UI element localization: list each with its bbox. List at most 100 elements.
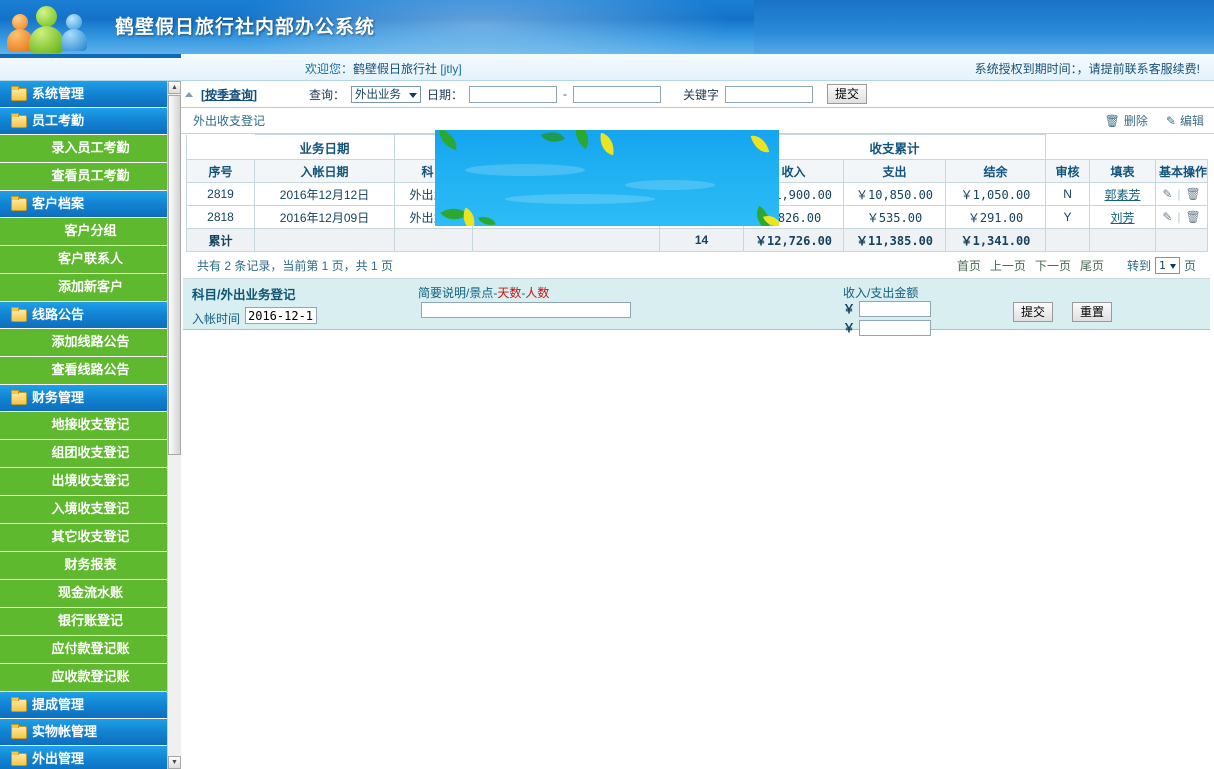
app-header: 鹤壁假日旅行社内部办公系统 ⚷ 管理首页 ⚷ 数据导出 ➡ 退出登陆 — [0, 0, 1214, 54]
sidebar-item-label: 银行账登记 — [57, 614, 123, 629]
entry-desc-label-a: 简要说明/景点- — [418, 286, 498, 300]
header-links: ⚷ 管理首页 ⚷ 数据导出 ➡ 退出登陆 — [983, 7, 1204, 26]
record-count-info: 共有 2 条记录，当前第 1 页，共 1 页 — [197, 258, 394, 273]
group-income-expense-total: 收支累计 — [743, 134, 1047, 160]
page-last[interactable]: 尾页 — [1080, 257, 1104, 274]
sidebar-item-20[interactable]: 应付款登记账 — [0, 636, 181, 664]
sidebar-group-24[interactable]: 外出管理 — [0, 746, 181, 769]
page-select[interactable]: 1 — [1154, 256, 1180, 274]
logo-person-green — [28, 6, 64, 53]
page-next[interactable]: 下一页 — [1035, 257, 1071, 274]
sidebar-item-6[interactable]: 客户联系人 — [0, 246, 181, 274]
app-title: 鹤壁假日旅行社内部办公系统 — [115, 16, 376, 38]
sidebar-item-7[interactable]: 添加新客户 — [0, 274, 181, 302]
filter-submit-button[interactable]: 提交 — [827, 84, 868, 104]
column-header-6: 支出 — [843, 159, 947, 183]
folder-icon — [11, 113, 27, 128]
welcome-accent — [0, 54, 181, 58]
cell-total-blank3 — [472, 228, 660, 252]
entry-form: 科目/外出业务登记 入帐时间 简要说明/景点-天数-人数 收入/支出金额 ￥ ￥… — [183, 279, 1210, 336]
entry-income-input[interactable] — [859, 300, 932, 317]
cell-total-balance: ￥1,341.00 — [945, 228, 1047, 252]
link-logout[interactable]: ➡ 退出登陆 — [1140, 7, 1204, 26]
sidebar-item-2[interactable]: 录入员工考勤 — [0, 135, 181, 163]
date-label: 日期： — [427, 87, 464, 102]
sidebar-item-10[interactable]: 查看线路公告 — [0, 357, 181, 385]
sidebar-item-12[interactable]: 地接收支登记 — [0, 412, 181, 440]
folder-icon — [11, 307, 27, 322]
sidebar-item-label: 应付款登记账 — [51, 642, 130, 657]
sidebar: 系统管理 员工考勤 录入员工考勤 查看员工考勤 客户档案客户分组客户联系人 添加新客户 线路… — [0, 81, 181, 769]
table-total-row: 累计 14 ￥12,726.00 ￥11,385.00 ￥1,341.00 — [186, 228, 1209, 252]
scrollbar-thumb[interactable] — [168, 95, 181, 455]
entry-reset-button[interactable]: 重置 — [1072, 302, 1113, 322]
sidebar-group-22[interactable]: 提成管理 — [0, 692, 181, 719]
sidebar-item-15[interactable]: 入境收支登记 — [0, 496, 181, 524]
entry-date-input[interactable] — [245, 307, 317, 324]
folder-icon — [11, 86, 27, 101]
sidebar-group-0[interactable]: 系统管理 — [0, 81, 181, 108]
sidebar-item-9[interactable]: 添加线路公告 — [0, 329, 181, 357]
key-icon: ⚷ — [1061, 7, 1079, 25]
entry-amount-label: 收入/支出金额 — [843, 286, 919, 300]
sidebar-item-19[interactable]: 银行账登记 — [0, 608, 181, 636]
sidebar-item-label: 其它收支登记 — [51, 530, 130, 545]
sidebar-group-label: 外出管理 — [32, 751, 85, 767]
sidebar-item-label: 组团收支登记 — [51, 446, 130, 461]
link-admin-home[interactable]: ⚷ 管理首页 — [987, 7, 1053, 26]
scroll-up-icon[interactable]: ▲ — [168, 81, 181, 94]
sidebar-item-3[interactable]: 查看员工考勤 — [0, 163, 181, 191]
business-type-select[interactable]: 外出业务 — [351, 85, 422, 103]
quarter-query-link[interactable]: [按季查询] — [201, 86, 257, 103]
entry-expense-row: ￥ — [843, 319, 932, 336]
sidebar-item-18[interactable]: 现金流水账 — [0, 580, 181, 608]
folder-icon — [11, 390, 27, 405]
entry-expense-input[interactable] — [859, 319, 932, 336]
delete-row-icon[interactable]: 🗑 — [1186, 210, 1201, 224]
entry-desc-input[interactable] — [421, 302, 631, 318]
collapse-toggle-icon[interactable] — [185, 91, 193, 97]
sidebar-item-14[interactable]: 出境收支登记 — [0, 468, 181, 496]
column-header-0: 序号 — [186, 159, 255, 183]
entry-desc-label-days: 天数 — [497, 286, 522, 300]
link-data-export[interactable]: ⚷ 数据导出 — [1062, 7, 1128, 26]
sidebar-item-13[interactable]: 组团收支登记 — [0, 440, 181, 468]
cell-total-blank5 — [1089, 228, 1157, 252]
query-label: 查询： — [309, 87, 346, 102]
page-body: 系统管理 员工考勤 录入员工考勤 查看员工考勤 客户档案客户分组客户联系人 添加新客户 线路… — [0, 81, 1214, 769]
cell-balance: ￥291.00 — [945, 205, 1047, 229]
group-business-date: 业务日期 — [254, 134, 395, 160]
scroll-down-icon[interactable]: ▼ — [168, 756, 181, 769]
sidebar-item-label: 客户分组 — [64, 224, 117, 239]
sidebar-item-5[interactable]: 客户分组 — [0, 218, 181, 246]
delete-action[interactable]: 🗑 删除 — [1105, 112, 1148, 129]
sidebar-scrollbar[interactable]: ▲ ▼ — [167, 81, 181, 769]
date-from-input[interactable] — [469, 85, 558, 103]
sidebar-item-16[interactable]: 其它收支登记 — [0, 524, 181, 552]
cell-total-blank1 — [254, 228, 395, 252]
entry-submit-button[interactable]: 提交 — [1013, 302, 1054, 322]
filler-link[interactable]: 郭素芳 — [1105, 188, 1141, 202]
page-first[interactable]: 首页 — [957, 257, 981, 274]
page-prev[interactable]: 上一页 — [990, 257, 1026, 274]
sidebar-group-4[interactable]: 客户档案 — [0, 191, 181, 218]
filler-link[interactable]: 刘芳 — [1111, 211, 1135, 225]
edit-row-icon[interactable]: ✎ — [1162, 210, 1172, 224]
sidebar-group-11[interactable]: 财务管理 — [0, 385, 181, 412]
folder-icon — [11, 724, 27, 739]
sidebar-group-1[interactable]: 员工考勤 — [0, 108, 181, 135]
sidebar-item-17[interactable]: 财务报表 — [0, 552, 181, 580]
cell-seq: 2818 — [186, 205, 255, 229]
cell-total-people: 14 — [658, 228, 745, 252]
delete-row-icon[interactable]: 🗑 — [1186, 187, 1201, 201]
sidebar-item-21[interactable]: 应收款登记账 — [0, 664, 181, 692]
cell-filler: 刘芳 — [1089, 205, 1157, 229]
sidebar-group-8[interactable]: 线路公告 — [0, 302, 181, 329]
pagination-links: 首页 上一页 下一页 尾页 转到 1 页 — [957, 256, 1196, 274]
date-to-input[interactable] — [573, 85, 662, 103]
arrow-right-icon: ➡ — [1140, 8, 1152, 24]
edit-row-icon[interactable]: ✎ — [1162, 187, 1172, 201]
edit-action[interactable]: ✎ 编辑 — [1166, 112, 1204, 129]
sidebar-group-23[interactable]: 实物帐管理 — [0, 719, 181, 746]
keyword-input[interactable] — [725, 85, 814, 103]
